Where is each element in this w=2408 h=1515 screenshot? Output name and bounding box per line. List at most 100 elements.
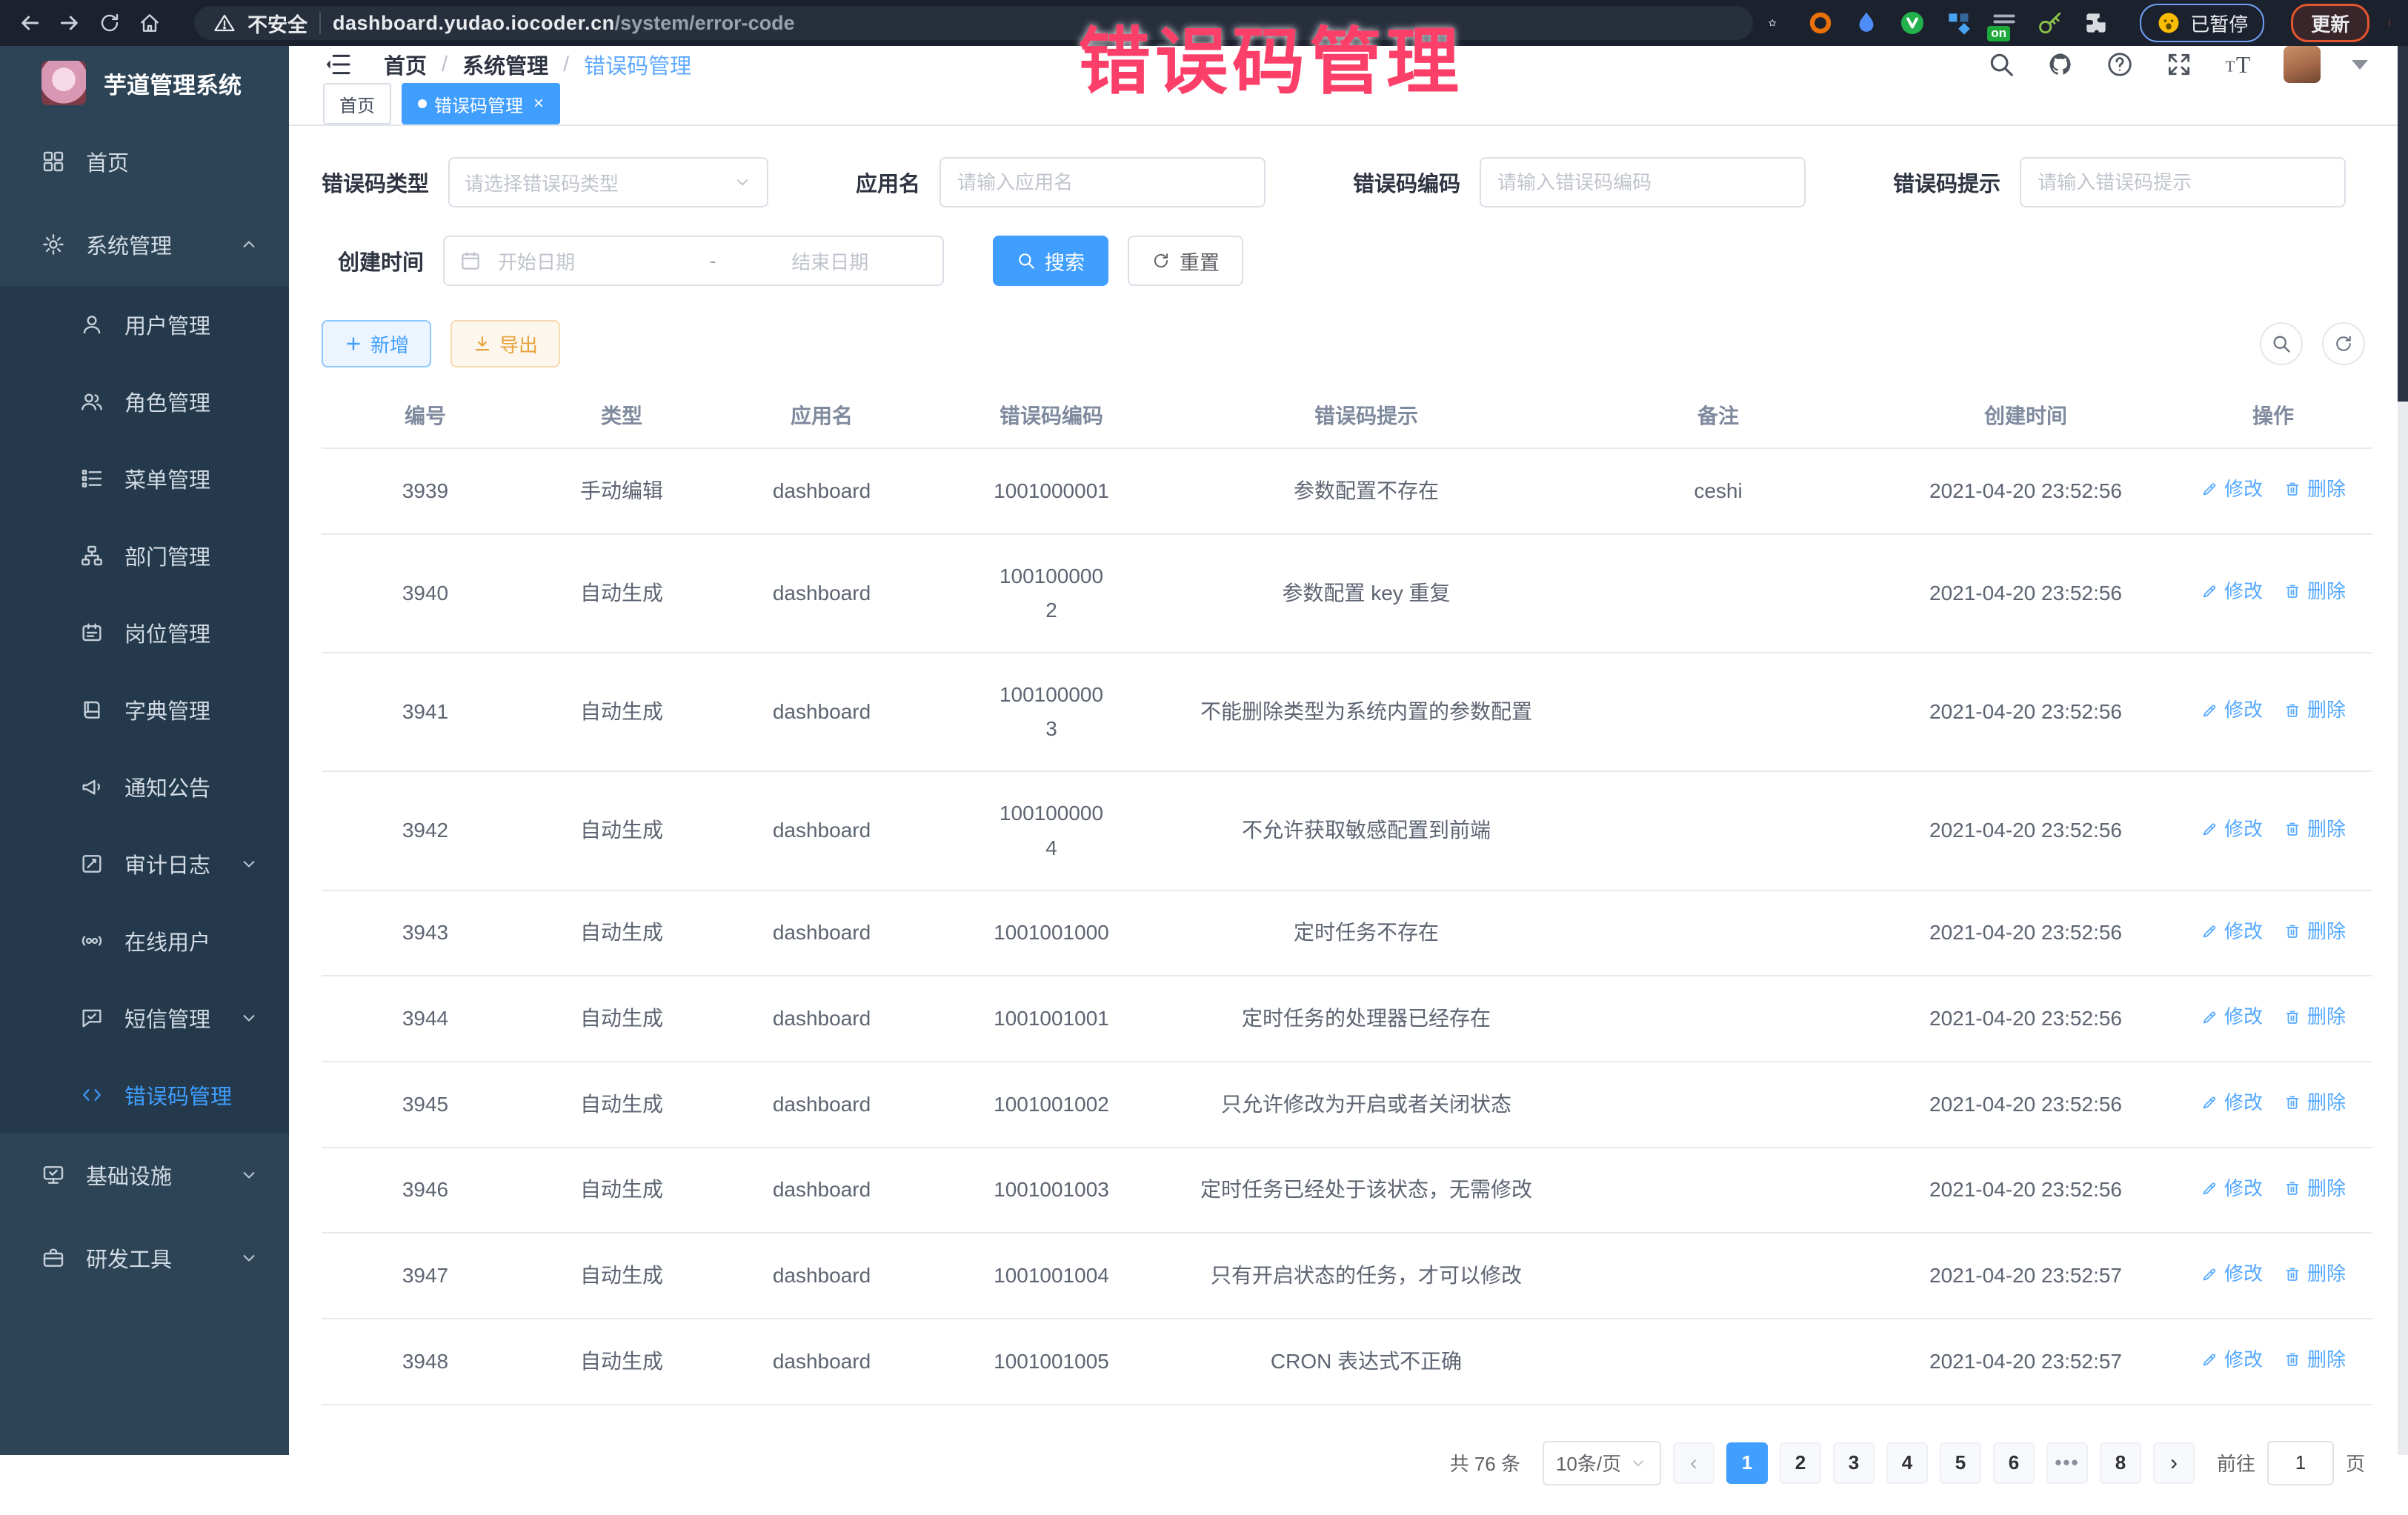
sidebar-logo-row[interactable]: 芋道管理系统	[0, 46, 289, 120]
v-circle-icon[interactable]	[1898, 9, 1926, 37]
puzzle-icon[interactable]	[2082, 9, 2110, 37]
user-avatar[interactable]	[2284, 46, 2321, 83]
delete-link[interactable]: 删除	[2284, 576, 2346, 607]
sidebar-item-log[interactable]: 审计日志	[0, 825, 289, 902]
add-button[interactable]: 新增	[322, 320, 431, 367]
refresh-table-button[interactable]	[2322, 322, 2365, 365]
edit-link[interactable]: 修改	[2201, 1001, 2263, 1033]
refresh-icon	[2333, 333, 2354, 354]
scrollbar-thumb[interactable]	[2398, 46, 2408, 402]
page-unit-label: 页	[2346, 1449, 2365, 1476]
github-icon[interactable]	[2046, 50, 2075, 79]
sidebar-item-users[interactable]: 角色管理	[0, 363, 289, 440]
more-pages-button[interactable]: •••	[2046, 1442, 2088, 1484]
page-button-3[interactable]: 3	[1833, 1442, 1875, 1484]
browser-back-button[interactable]	[15, 8, 44, 38]
error-code-input[interactable]	[1480, 157, 1806, 207]
close-icon[interactable]: ×	[533, 93, 544, 114]
fullscreen-icon[interactable]	[2165, 50, 2193, 79]
cell-id: 3945	[322, 1062, 529, 1148]
paused-extension-badge[interactable]: 已暂停	[2140, 4, 2264, 42]
breadcrumb-home[interactable]: 首页	[384, 49, 427, 80]
page-button-4[interactable]: 4	[1886, 1442, 1928, 1484]
user-icon	[80, 313, 104, 336]
create-time-range-picker[interactable]: 开始日期 - 结束日期	[443, 236, 944, 286]
list-icon[interactable]: on	[1990, 9, 2018, 37]
diamond-icon[interactable]	[1944, 9, 1972, 37]
prev-page-button[interactable]: ‹	[1673, 1442, 1714, 1484]
breadcrumb-system[interactable]: 系统管理	[462, 49, 548, 80]
sidebar-item-gear[interactable]: 系统管理	[0, 203, 289, 286]
page-size-select[interactable]: 10条/页	[1543, 1441, 1661, 1485]
page-button-1[interactable]: 1	[1726, 1442, 1768, 1484]
toggle-search-button[interactable]	[2260, 322, 2303, 365]
page-button-6[interactable]: 6	[1993, 1442, 2035, 1484]
page-button-8[interactable]: 8	[2100, 1442, 2141, 1484]
edit-link[interactable]: 修改	[2201, 1173, 2263, 1205]
delete-link[interactable]: 删除	[2284, 1173, 2346, 1205]
sidebar-item-badge[interactable]: 岗位管理	[0, 594, 289, 671]
edit-link[interactable]: 修改	[2201, 576, 2263, 607]
reset-button[interactable]: 重置	[1128, 236, 1243, 286]
edit-link[interactable]: 修改	[2201, 1258, 2263, 1290]
chrome-update-button[interactable]: 更新	[2291, 4, 2369, 42]
delete-link[interactable]: 删除	[2284, 916, 2346, 948]
edit-icon	[2201, 1179, 2218, 1197]
delete-link[interactable]: 删除	[2284, 1344, 2346, 1376]
delete-link[interactable]: 删除	[2284, 694, 2346, 726]
sidebar-collapse-icon[interactable]	[323, 50, 353, 79]
delete-link[interactable]: 删除	[2284, 1087, 2346, 1119]
sidebar-item-megaphone[interactable]: 通知公告	[0, 748, 289, 825]
delete-link[interactable]: 删除	[2284, 473, 2346, 505]
sidebar-item-sms[interactable]: 短信管理	[0, 979, 289, 1056]
book-icon	[80, 698, 104, 722]
sidebar-item-user[interactable]: 用户管理	[0, 286, 289, 363]
delete-link[interactable]: 删除	[2284, 1001, 2346, 1033]
search-icon[interactable]	[1987, 50, 2015, 79]
edit-link[interactable]: 修改	[2201, 1344, 2263, 1376]
drop-icon[interactable]	[1852, 9, 1880, 37]
edit-link[interactable]: 修改	[2201, 813, 2263, 845]
delete-link[interactable]: 删除	[2284, 1258, 2346, 1290]
edit-link[interactable]: 修改	[2201, 1087, 2263, 1119]
edit-link[interactable]: 修改	[2201, 916, 2263, 948]
sidebar-item-home[interactable]: 首页	[0, 120, 289, 203]
sidebar-item-menu[interactable]: 菜单管理	[0, 440, 289, 517]
address-bar[interactable]: 不安全 dashboard.yudao.iocoder.cn/system/er…	[194, 6, 1753, 40]
page-button-2[interactable]: 2	[1780, 1442, 1821, 1484]
browser-menu-icon[interactable]	[2386, 10, 2393, 36]
cell-time: 2021-04-20 23:52:56	[1877, 534, 2174, 653]
browser-forward-button[interactable]	[55, 8, 84, 38]
search-button[interactable]: 搜索	[993, 236, 1108, 286]
bookmark-star-icon[interactable]	[1768, 9, 1777, 37]
delete-link[interactable]: 删除	[2284, 813, 2346, 845]
goto-page-input[interactable]	[2267, 1441, 2334, 1485]
tag-item[interactable]: 首页	[323, 83, 391, 124]
error-type-select[interactable]: 请选择错误码类型	[448, 157, 768, 207]
sidebar-item-online[interactable]: 在线用户	[0, 902, 289, 979]
sidebar-item-tree[interactable]: 部门管理	[0, 517, 289, 594]
sidebar-item-book[interactable]: 字典管理	[0, 671, 289, 748]
user-menu-caret-icon[interactable]	[2352, 60, 2368, 70]
ring-icon[interactable]	[1806, 9, 1835, 37]
export-button[interactable]: 导出	[450, 320, 560, 367]
edit-link[interactable]: 修改	[2201, 473, 2263, 505]
cell-app: dashboard	[714, 1233, 929, 1319]
cell-app: dashboard	[714, 1319, 929, 1405]
sidebar-item-infra[interactable]: 基础设施	[0, 1133, 289, 1216]
key-icon[interactable]	[2036, 9, 2064, 37]
error-msg-input[interactable]	[2020, 157, 2346, 207]
sidebar-item-code[interactable]: 错误码管理	[0, 1056, 289, 1133]
edit-link[interactable]: 修改	[2201, 694, 2263, 726]
help-icon[interactable]	[2106, 50, 2134, 79]
extension-on-badge: on	[1987, 26, 2010, 41]
page-scrollbar[interactable]	[2398, 46, 2408, 1455]
app-name-input[interactable]	[939, 157, 1265, 207]
font-size-icon[interactable]: TT	[2224, 50, 2252, 79]
next-page-button[interactable]: ›	[2153, 1442, 2195, 1484]
browser-home-button[interactable]	[135, 8, 164, 38]
sidebar-item-tools[interactable]: 研发工具	[0, 1216, 289, 1299]
tag-active[interactable]: 错误码管理×	[402, 83, 560, 124]
page-button-5[interactable]: 5	[1940, 1442, 1981, 1484]
browser-reload-button[interactable]	[95, 8, 124, 38]
